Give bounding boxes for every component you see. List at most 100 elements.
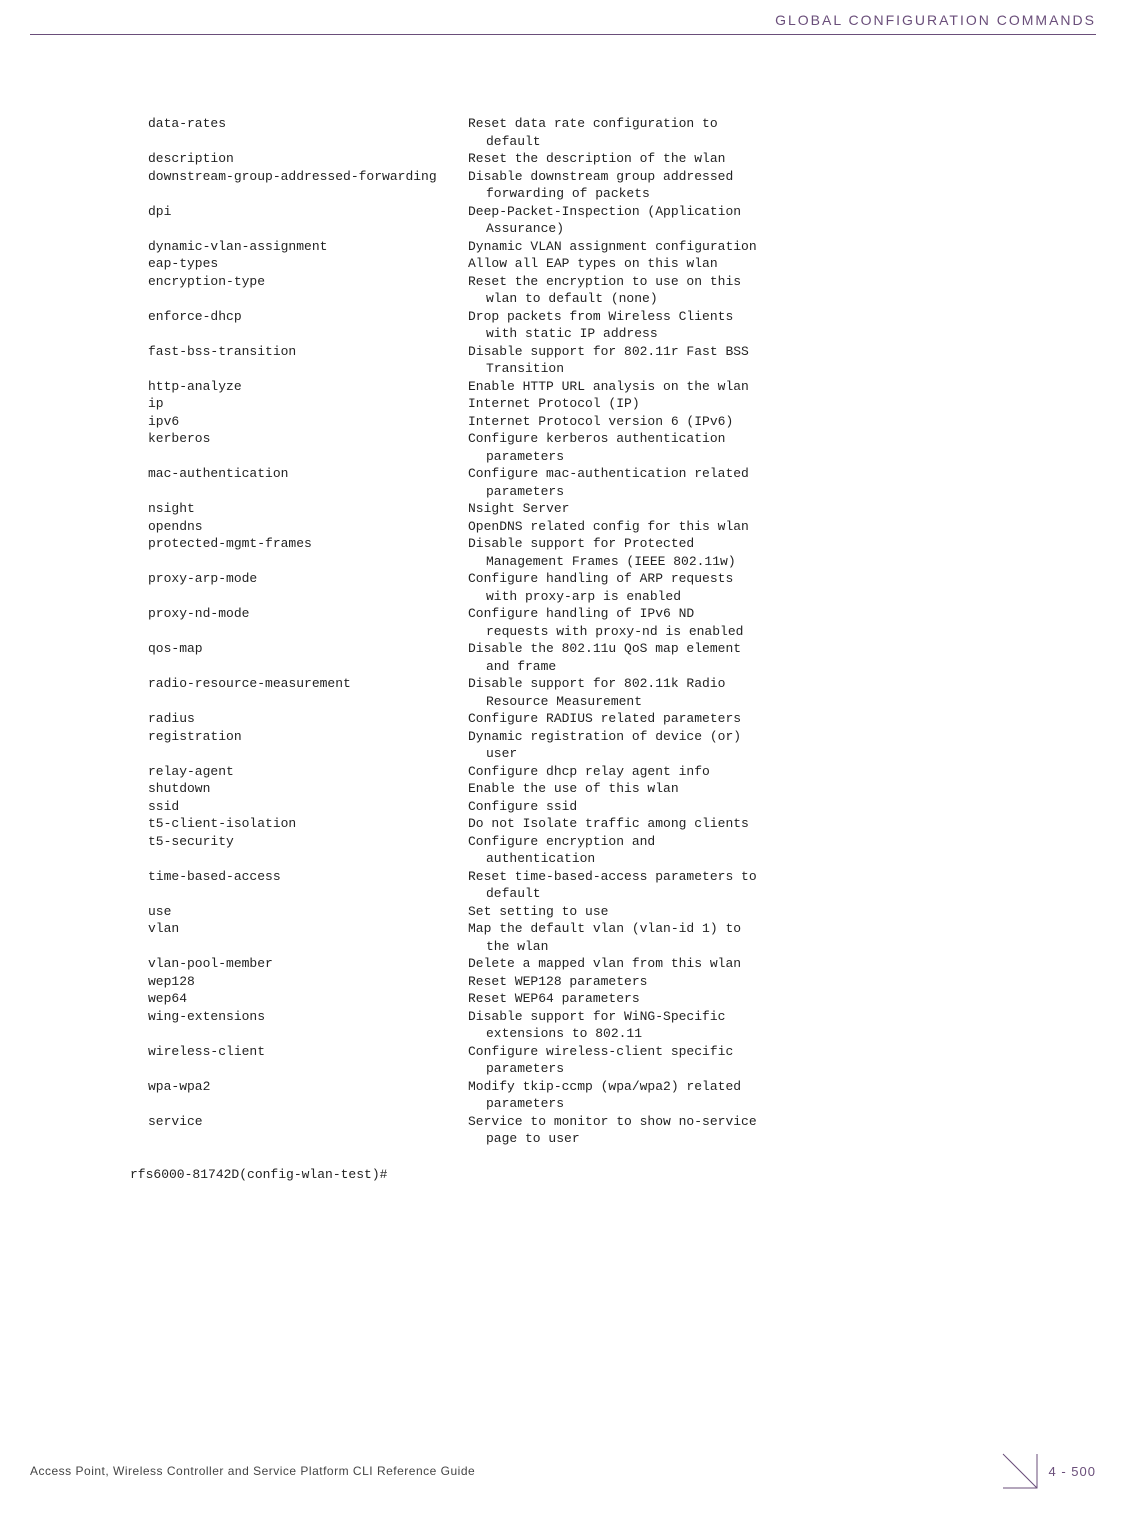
cli-entry-row: time-based-accessReset time-based-access… [130,868,1056,886]
cli-command-name: t5-security [130,833,468,851]
cli-command-name: enforce-dhcp [130,308,468,326]
cli-command-name: mac-authentication [130,465,468,483]
cli-command-description: Delete a mapped vlan from this wlan [468,955,1056,973]
cli-command-name: description [130,150,468,168]
cli-command-description: Disable downstream group addressed [468,168,1056,186]
cli-command-name: wing-extensions [130,1008,468,1026]
cli-command-description-cont: default [130,133,1056,151]
cli-entry-row: enforce-dhcpDrop packets from Wireless C… [130,308,1056,326]
cli-command-description: Reset the description of the wlan [468,150,1056,168]
cli-command-description: Disable support for 802.11k Radio [468,675,1056,693]
cli-command-description: Reset time-based-access parameters to [468,868,1056,886]
cli-entry-row: vlanMap the default vlan (vlan-id 1) to [130,920,1056,938]
cli-entry-row: protected-mgmt-framesDisable support for… [130,535,1056,553]
cli-command-name: fast-bss-transition [130,343,468,361]
cli-command-name: ipv6 [130,413,468,431]
cli-command-description-cont: the wlan [130,938,1056,956]
cli-entry-row: downstream-group-addressed-forwardingDis… [130,168,1056,186]
cli-command-name: radio-resource-measurement [130,675,468,693]
cli-prompt: rfs6000-81742D(config-wlan-test)# [130,1166,1056,1184]
cli-command-name: data-rates [130,115,468,133]
cli-command-name: proxy-nd-mode [130,605,468,623]
cli-command-name: service [130,1113,468,1131]
cli-command-description-cont: requests with proxy-nd is enabled [130,623,1056,641]
cli-entry-row: wep128Reset WEP128 parameters [130,973,1056,991]
cli-command-name: ssid [130,798,468,816]
cli-command-description: Configure kerberos authentication [468,430,1056,448]
cli-command-name: wpa-wpa2 [130,1078,468,1096]
footer-guide-title: Access Point, Wireless Controller and Se… [30,1464,475,1478]
cli-output-block: data-ratesReset data rate configuration … [130,115,1056,1183]
cli-command-name: qos-map [130,640,468,658]
cli-entry-row: useSet setting to use [130,903,1056,921]
cli-command-name: shutdown [130,780,468,798]
cli-command-description-cont: authentication [130,850,1056,868]
cli-command-name: wep128 [130,973,468,991]
cli-entry-row: encryption-typeReset the encryption to u… [130,273,1056,291]
header-divider [30,34,1096,35]
cli-command-name: encryption-type [130,273,468,291]
cli-command-description-cont: extensions to 802.11 [130,1025,1056,1043]
cli-command-name: vlan [130,920,468,938]
cli-command-name: proxy-arp-mode [130,570,468,588]
cli-command-description: Enable HTTP URL analysis on the wlan [468,378,1056,396]
page-number: 4 - 500 [1049,1464,1096,1479]
cli-entry-row: wireless-clientConfigure wireless-client… [130,1043,1056,1061]
cli-entry-row: registrationDynamic registration of devi… [130,728,1056,746]
cli-command-description-cont: parameters [130,483,1056,501]
cli-command-description: Dynamic VLAN assignment configuration [468,238,1056,256]
cli-command-description: Dynamic registration of device (or) [468,728,1056,746]
cli-command-description: Enable the use of this wlan [468,780,1056,798]
cli-entry-row: wpa-wpa2Modify tkip-ccmp (wpa/wpa2) rela… [130,1078,1056,1096]
cli-command-description-cont: with static IP address [130,325,1056,343]
cli-command-description: Disable support for Protected [468,535,1056,553]
cli-entry-row: t5-securityConfigure encryption and [130,833,1056,851]
cli-command-name: registration [130,728,468,746]
cli-command-description: Nsight Server [468,500,1056,518]
cli-command-description: Reset WEP128 parameters [468,973,1056,991]
cli-entry-row: wing-extensionsDisable support for WiNG-… [130,1008,1056,1026]
cli-entry-row: eap-typesAllow all EAP types on this wla… [130,255,1056,273]
cli-command-description: Configure RADIUS related parameters [468,710,1056,728]
cli-command-description: Reset the encryption to use on this [468,273,1056,291]
cli-command-description-cont: wlan to default (none) [130,290,1056,308]
cli-command-name: opendns [130,518,468,536]
cli-command-description-cont: with proxy-arp is enabled [130,588,1056,606]
cli-command-description: Deep-Packet-Inspection (Application [468,203,1056,221]
cli-command-description-cont: forwarding of packets [130,185,1056,203]
cli-command-name: http-analyze [130,378,468,396]
cli-entry-row: descriptionReset the description of the … [130,150,1056,168]
cli-command-name: vlan-pool-member [130,955,468,973]
cli-command-description: Configure handling of ARP requests [468,570,1056,588]
cli-command-description-cont: Assurance) [130,220,1056,238]
cli-command-name: nsight [130,500,468,518]
cli-entry-row: ipInternet Protocol (IP) [130,395,1056,413]
cli-entry-row: shutdownEnable the use of this wlan [130,780,1056,798]
header-title: GLOBAL CONFIGURATION COMMANDS [775,12,1096,28]
cli-command-description: Disable support for WiNG-Specific [468,1008,1056,1026]
cli-entry-row: radiusConfigure RADIUS related parameter… [130,710,1056,728]
cli-command-name: time-based-access [130,868,468,886]
cli-command-description-cont: default [130,885,1056,903]
cli-entry-row: wep64Reset WEP64 parameters [130,990,1056,1008]
cli-entry-row: proxy-arp-modeConfigure handling of ARP … [130,570,1056,588]
cli-entry-row: nsightNsight Server [130,500,1056,518]
cli-entry-row: vlan-pool-memberDelete a mapped vlan fro… [130,955,1056,973]
cli-command-name: ip [130,395,468,413]
cli-command-description: Set setting to use [468,903,1056,921]
cli-entry-row: mac-authenticationConfigure mac-authenti… [130,465,1056,483]
cli-command-description-cont: Transition [130,360,1056,378]
cli-entry-row: opendnsOpenDNS related config for this w… [130,518,1056,536]
cli-entry-row: http-analyzeEnable HTTP URL analysis on … [130,378,1056,396]
cli-entry-row: proxy-nd-modeConfigure handling of IPv6 … [130,605,1056,623]
cli-entry-row: radio-resource-measurementDisable suppor… [130,675,1056,693]
cli-command-description: Configure wireless-client specific [468,1043,1056,1061]
cli-command-description: Configure mac-authentication related [468,465,1056,483]
cli-command-description-cont: Resource Measurement [130,693,1056,711]
cli-entry-row: dynamic-vlan-assignmentDynamic VLAN assi… [130,238,1056,256]
cli-command-name: wep64 [130,990,468,1008]
cli-command-description: Configure handling of IPv6 ND [468,605,1056,623]
cli-command-description: Internet Protocol version 6 (IPv6) [468,413,1056,431]
cli-command-description: Internet Protocol (IP) [468,395,1056,413]
cli-entry-row: data-ratesReset data rate configuration … [130,115,1056,133]
